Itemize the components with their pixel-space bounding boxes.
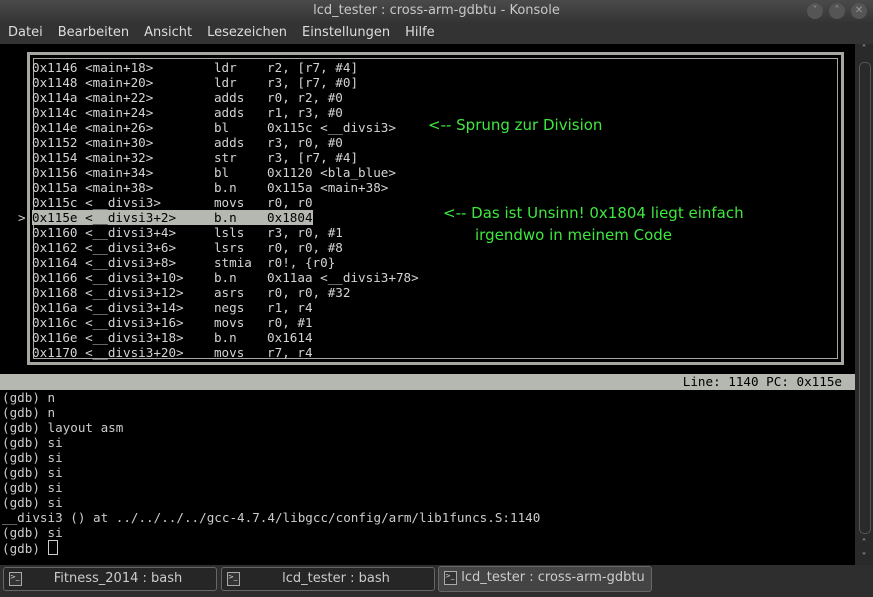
asm-line: 0x116e <__divsi3+18> b.n 0x1614 bbox=[32, 330, 313, 345]
asm-line: 0x115c <__divsi3> movs r0, r0 bbox=[32, 195, 313, 210]
menu-lesezeichen[interactable]: Lesezeichen bbox=[199, 22, 294, 44]
asm-line: 0x1164 <__divsi3+8> stmia r0!, {r0} bbox=[32, 255, 336, 270]
console-prompt[interactable]: (gdb) bbox=[2, 540, 58, 556]
tab-lcd-bash[interactable]: >_ lcd_tester : bash bbox=[221, 567, 435, 591]
tab-bar: >_ Fitness_2014 : bash >_ lcd_tester : bas… bbox=[0, 565, 873, 597]
asm-line: 0x1168 <__divsi3+12> asrs r0, r0, #32 bbox=[32, 285, 351, 300]
status-right: Line: 1140 PC: 0x115e bbox=[682, 374, 842, 389]
asm-line: 0x1160 <__divsi3+4> lsls r3, r0, #1 bbox=[32, 225, 343, 240]
asm-line: 0x114e <main+26> bl 0x115c <__divsi3> bbox=[32, 120, 396, 135]
asm-line-current: 0x115e <__divsi3+2> b.n 0x1804 bbox=[32, 210, 313, 225]
console-line: __divsi3 () at ../../../../gcc-4.7.4/lib… bbox=[2, 510, 541, 525]
menu-datei[interactable]: Datei bbox=[0, 22, 50, 44]
status-bar: remote Thread 57005 In: __divsi3 Line: 1… bbox=[0, 374, 855, 405]
asm-line: 0x114c <main+24> adds r1, r3, #0 bbox=[32, 105, 343, 120]
terminal-icon: >_ bbox=[227, 572, 240, 586]
terminal[interactable]: 0x1146 <main+18> ldr r2, [r7, #4] 0x1148 … bbox=[0, 44, 855, 565]
text-cursor bbox=[47, 540, 58, 555]
minimize-button[interactable]: ˅ bbox=[807, 3, 823, 19]
asm-line: 0x1156 <main+34> bl 0x1120 <bla_blue> bbox=[32, 165, 396, 180]
asm-line: 0x116a <__divsi3+14> negs r1, r4 bbox=[32, 300, 313, 315]
menu-einstellungen[interactable]: Einstellungen bbox=[294, 22, 397, 44]
asm-line: 0x1170 <__divsi3+20> movs r7, r4 bbox=[32, 345, 313, 360]
console-line: (gdb) si bbox=[2, 525, 63, 540]
window-title: lcd_tester : cross-arm-gdbtu - Konsole bbox=[313, 3, 560, 18]
title-bar: lcd_tester : cross-arm-gdbtu - Konsole ˅… bbox=[0, 0, 873, 22]
annotation-nonsense-1: <-- Das ist Unsinn! 0x1804 liegt einfach bbox=[443, 204, 744, 222]
tab-lcd-gdbtu[interactable]: >_ lcd_tester : cross-arm-gdbtu bbox=[438, 566, 652, 592]
annotation-nonsense-2: irgendwo in meinem Code bbox=[475, 226, 673, 244]
console-line: (gdb) n bbox=[2, 390, 56, 405]
tab-fitness-bash[interactable]: >_ Fitness_2014 : bash bbox=[3, 567, 217, 591]
prompt-text: (gdb) bbox=[2, 541, 48, 556]
maximize-button[interactable]: ˄ bbox=[829, 3, 845, 19]
asm-line: 0x1154 <main+32> str r3, [r7, #4] bbox=[32, 150, 359, 165]
asm-line: 0x1146 <main+18> ldr r2, [r7, #4] bbox=[32, 60, 359, 75]
menu-hilfe[interactable]: Hilfe bbox=[397, 22, 442, 44]
asm-line: 0x114a <main+22> adds r0, r2, #0 bbox=[32, 90, 343, 105]
menu-bar: Datei Bearbeiten Ansicht Lesezeichen Ein… bbox=[0, 22, 873, 44]
close-button[interactable]: ✕ bbox=[851, 3, 867, 19]
asm-line: 0x1162 <__divsi3+6> lsrs r0, r0, #8 bbox=[32, 240, 343, 255]
menu-ansicht[interactable]: Ansicht bbox=[136, 22, 199, 44]
console-line: (gdb) si bbox=[2, 435, 63, 450]
console-line: (gdb) si bbox=[2, 495, 63, 510]
terminal-icon: >_ bbox=[9, 572, 22, 586]
console-line: (gdb) layout asm bbox=[2, 420, 124, 435]
scrollbar[interactable]: ˄ ˄ ˅ bbox=[855, 44, 873, 565]
console-line: (gdb) si bbox=[2, 465, 63, 480]
asm-line: 0x1148 <main+20> ldr r3, [r7, #0] bbox=[32, 75, 359, 90]
annotation-jump: <-- Sprung zur Division bbox=[428, 116, 603, 134]
console-line: (gdb) n bbox=[2, 405, 56, 420]
asm-line: 0x116c <__divsi3+16> movs r0, #1 bbox=[32, 315, 313, 330]
asm-line: 0x1152 <main+30> adds r3, r0, #0 bbox=[32, 135, 343, 150]
asm-line: 0x115a <main+38> b.n 0x115a <main+38> bbox=[32, 180, 389, 195]
asm-line: 0x1166 <__divsi3+10> b.n 0x11aa <__divsi… bbox=[32, 270, 419, 285]
terminal-icon: >_ bbox=[444, 571, 457, 585]
console-line: (gdb) si bbox=[2, 450, 63, 465]
current-line-marker: > bbox=[18, 210, 26, 225]
console-line: (gdb) si bbox=[2, 480, 63, 495]
menu-bearbeiten[interactable]: Bearbeiten bbox=[50, 22, 136, 44]
